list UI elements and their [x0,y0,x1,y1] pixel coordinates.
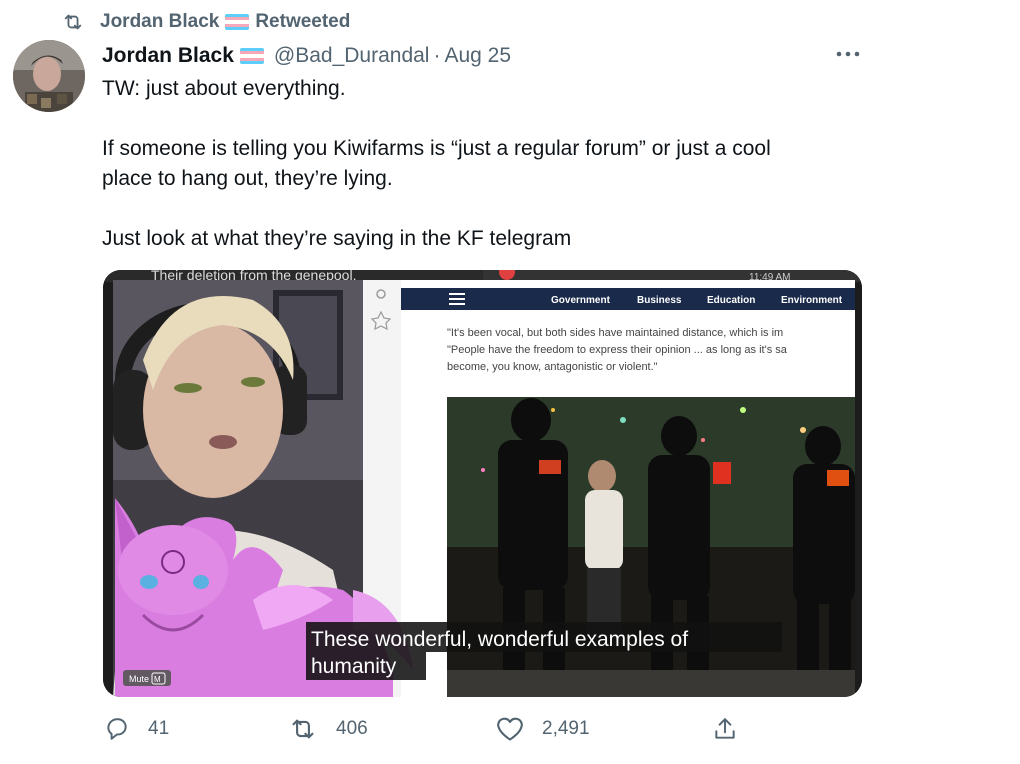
tweet-author-line: Jordan Black @Bad_Durandal · Aug 25 [102,42,511,70]
article-nav-education: Education [707,295,755,306]
retweet-header: Jordan Black Retweeted [62,8,350,36]
more-icon[interactable] [834,42,862,66]
heart-icon [497,717,523,741]
article-quote-line-1: "It's been vocal, but both sides have ma… [447,327,783,339]
share-icon [715,718,735,739]
retweeter-name[interactable]: Jordan Black [100,11,219,33]
retweeted-label: Retweeted [255,11,351,32]
retweet-icon [292,719,314,739]
tweet-video[interactable]: Their deletion from the genepool. 11:49 … [103,270,862,697]
reply-button[interactable]: 41 [104,716,169,742]
avatar[interactable] [13,40,85,112]
article-quote-line-2: "People have the freedom to express thei… [447,344,788,356]
article-nav-government: Government [551,295,611,306]
tweet-date[interactable]: Aug 25 [444,44,511,68]
reply-count: 41 [148,718,170,739]
trans-flag-emoji [225,14,250,30]
author-name[interactable]: Jordan Black [102,44,234,68]
retweet-icon [64,14,82,30]
tweet-actions: 41 406 2,491 [102,716,862,748]
trans-flag-emoji [239,48,264,64]
tweet-text: TW: just about everything. If someone is… [102,77,771,250]
article-nav-business: Business [637,295,682,306]
mute-label: Mute [129,674,149,684]
share-button[interactable] [712,716,756,742]
reply-icon [107,718,127,740]
retweet-count: 406 [336,718,368,739]
separator-dot: · [433,44,441,67]
retweet-button[interactable]: 406 [288,716,368,742]
subtitle-line-1: These wonderful, wonderful examples of [311,628,688,651]
subtitle-line-2: humanity [311,655,397,678]
like-count: 2,491 [542,718,590,739]
article-quote-line-3: become, you know, antagonistic or violen… [447,361,658,373]
article-nav-environment: Environment [781,295,843,306]
author-handle[interactable]: @Bad_Durandal [274,44,430,68]
mute-key: M [154,675,161,684]
like-button[interactable]: 2,491 [496,716,590,742]
